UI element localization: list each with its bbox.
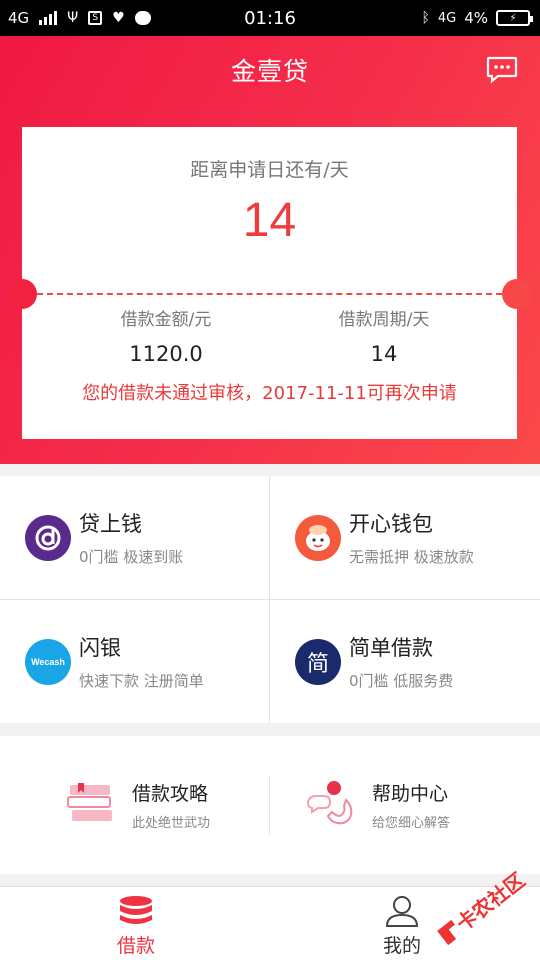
books-icon: [66, 781, 114, 829]
status-bar: 4G Ψ S ♥ 01:16 ᛒ 4G 4% ⚡: [0, 0, 540, 36]
jiandan-logo-icon: 简: [295, 638, 341, 685]
product-grid: 贷上钱 0门槛 极速到账 开心钱包 无需抵押 极速放款 Wecash 闪银 快速…: [0, 476, 540, 723]
message-icon[interactable]: [486, 56, 518, 84]
loan-amount: 借款金额/元 1120.0: [56, 305, 276, 366]
daishangqian-logo-icon: [25, 514, 71, 561]
tab-label: 借款: [116, 935, 155, 957]
guide-title: 借款攻略: [132, 783, 209, 805]
product-kaixin[interactable]: 开心钱包 无需抵押 极速放款: [270, 476, 540, 599]
app-title: 金壹贷: [230, 57, 309, 86]
help-center[interactable]: 帮助中心 给您细心解答: [306, 736, 450, 874]
jiandan-logo-text: 简: [306, 651, 329, 677]
guide-section: 借款攻略 此处绝世武功 帮助中心 给您细心解答: [0, 736, 540, 874]
product-name: 贷上钱: [79, 512, 142, 536]
chat-notification-icon: [134, 11, 151, 25]
bluetooth-icon: ᛒ: [421, 10, 430, 26]
product-name: 闪银: [79, 636, 121, 660]
battery-icon: ⚡: [496, 10, 533, 26]
guide-subtitle: 此处绝世武功: [132, 816, 211, 831]
network-label-right: 4G: [437, 10, 457, 26]
kaixin-logo-icon: [295, 514, 341, 561]
product-desc: 无需抵押 极速放款: [349, 548, 474, 566]
tab-loan[interactable]: 借款: [76, 887, 196, 960]
guide-subtitle: 给您细心解答: [372, 816, 451, 831]
product-name: 开心钱包: [349, 512, 433, 536]
tab-label: 我的: [382, 935, 421, 957]
reject-message: 您的借款未通过审核，2017-11-11可再次申请: [82, 383, 457, 404]
guide-title: 帮助中心: [372, 783, 449, 805]
grid-divider-horizontal: [0, 599, 540, 600]
product-desc: 0门槛 低服务费: [349, 672, 454, 690]
product-daishangqian[interactable]: 贷上钱 0门槛 极速到账: [0, 476, 270, 599]
coins-stack-icon: [120, 896, 152, 924]
product-shanyin[interactable]: Wecash 闪银 快速下款 注册简单: [0, 600, 270, 723]
ticket-notch-right: [502, 279, 532, 309]
days-remaining-value: 14: [242, 194, 297, 247]
loan-amount-label: 借款金额/元: [120, 310, 212, 330]
product-desc: 快速下款 注册简单: [79, 672, 204, 690]
product-desc: 0门槛 极速到账: [79, 548, 184, 566]
loan-period: 借款周期/天 14: [274, 305, 494, 366]
dashed-divider: [37, 293, 502, 295]
loan-period-value: 14: [370, 342, 398, 366]
days-remaining-label: 距离申请日还有/天: [190, 159, 349, 181]
loan-status-card: 距离申请日还有/天 14 借款金额/元 1120.0 借款周期/天 14 您的借…: [7, 127, 532, 439]
user-icon: [385, 896, 419, 927]
usb-icon: Ψ: [67, 10, 79, 26]
battery-percent: 4%: [464, 9, 488, 27]
ticket-notch-left: [7, 279, 37, 309]
loan-period-label: 借款周期/天: [338, 310, 430, 330]
wecash-logo-icon: Wecash: [25, 638, 71, 685]
product-name: 简单借款: [349, 636, 433, 660]
loan-guide[interactable]: 借款攻略 此处绝世武功: [66, 736, 210, 874]
signal-icon: [39, 11, 58, 25]
product-jiandan[interactable]: 简 简单借款 0门槛 低服务费: [270, 600, 540, 723]
network-label: 4G: [8, 9, 30, 27]
guide-divider: [269, 776, 270, 834]
loan-amount-value: 1120.0: [129, 342, 203, 366]
header: 金壹贷 距离申请日还有/天 14 借款金额/元 1120.0 借款周期/天 14…: [0, 36, 540, 464]
phone-chat-icon: [306, 778, 356, 832]
app-notification-icon: S: [88, 11, 103, 25]
wecash-logo-text: Wecash: [31, 656, 65, 667]
shield-icon: ♥: [112, 10, 125, 26]
